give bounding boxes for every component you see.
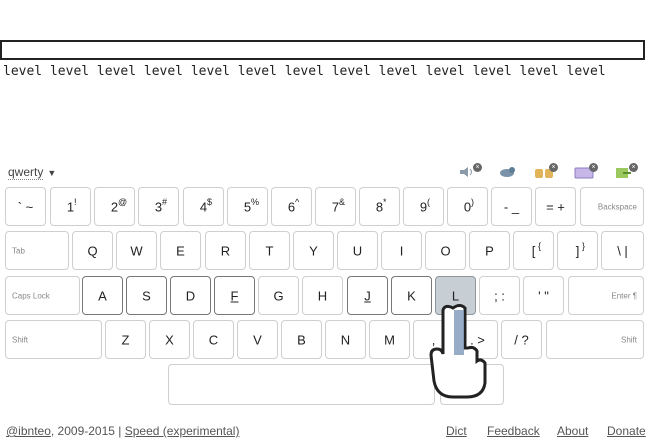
key-r[interactable]: R (205, 231, 246, 270)
key-n[interactable]: N (325, 320, 366, 359)
key-q[interactable]: Q (72, 231, 113, 270)
key-3[interactable]: 3 # (138, 187, 179, 226)
key-p[interactable]: P (469, 231, 510, 270)
dict-link[interactable]: Dict (446, 424, 467, 438)
key-shift-left[interactable]: Shift (5, 320, 102, 359)
key-8[interactable]: 8 * (359, 187, 400, 226)
bird-icon[interactable] (497, 165, 519, 179)
key-rbracket[interactable]: ]} (557, 231, 598, 270)
close-icon[interactable]: × (589, 163, 598, 172)
key-b[interactable]: B (281, 320, 322, 359)
key-backspace[interactable]: Backspace (580, 187, 644, 226)
key-i[interactable]: I (381, 231, 422, 270)
key-tab[interactable]: Tab (5, 231, 69, 270)
export-icon[interactable]: × (614, 163, 638, 179)
key-backslash[interactable]: \ | (601, 231, 644, 270)
key-o[interactable]: O (425, 231, 466, 270)
key-4[interactable]: 4 $ (183, 187, 224, 226)
key-space[interactable] (168, 364, 435, 405)
key-caps-lock[interactable]: Caps Lock (5, 276, 80, 315)
key-g[interactable]: G (258, 276, 299, 315)
about-link[interactable]: About (557, 424, 588, 438)
key-minus[interactable]: - _ (491, 187, 532, 226)
donate-link[interactable]: Donate (607, 424, 646, 438)
author-link[interactable]: @ibnteo (6, 424, 51, 438)
key-s[interactable]: S (126, 276, 167, 315)
key-d[interactable]: D (170, 276, 211, 315)
layout-selector[interactable]: qwerty ▼ (8, 165, 57, 180)
key-2[interactable]: 2 @ (94, 187, 135, 226)
key-y[interactable]: Y (293, 231, 334, 270)
hand-pointer-icon (429, 304, 487, 399)
key-m[interactable]: M (369, 320, 410, 359)
key-9[interactable]: 9( (403, 187, 444, 226)
speed-link[interactable]: Speed (experimental) (125, 424, 240, 438)
key-7[interactable]: 7 & (315, 187, 356, 226)
feedback-link[interactable]: Feedback (487, 424, 540, 438)
key-shift-right[interactable]: Shift (546, 320, 644, 359)
layout-name: qwerty (8, 165, 44, 180)
key-6[interactable]: 6 ^ (271, 187, 312, 226)
chevron-down-icon: ▼ (47, 168, 57, 178)
sound-icon[interactable]: × (458, 163, 482, 179)
key-w[interactable]: W (116, 231, 157, 270)
key-a[interactable]: A (82, 276, 123, 315)
drill-text: level level level level level level leve… (3, 64, 606, 79)
key-lbracket[interactable]: [{ (513, 231, 554, 270)
key-5[interactable]: 5% (227, 187, 268, 226)
close-icon[interactable]: × (549, 163, 558, 172)
close-icon[interactable]: × (473, 163, 482, 172)
key-v[interactable]: V (237, 320, 278, 359)
key-t[interactable]: T (249, 231, 290, 270)
key-quote[interactable]: ' " (523, 276, 564, 315)
key-c[interactable]: C (193, 320, 234, 359)
hands-icon[interactable]: × (534, 163, 558, 179)
key-x[interactable]: X (149, 320, 190, 359)
footer-years: , 2009-2015 | (50, 424, 125, 438)
key-0[interactable]: 0) (447, 187, 488, 226)
close-icon[interactable]: × (629, 163, 638, 172)
keyboard-icon[interactable]: × (574, 163, 598, 179)
key-slash[interactable]: / ? (501, 320, 542, 359)
key-f[interactable]: F (214, 276, 255, 315)
key-1[interactable]: 1! (50, 187, 91, 226)
key-h[interactable]: H (302, 276, 343, 315)
key-z[interactable]: Z (105, 320, 146, 359)
key-backtick[interactable]: ` ~ (5, 187, 46, 226)
key-j[interactable]: J (347, 276, 388, 315)
footer-credits: @ibnteo, 2009-2015 | Speed (experimental… (6, 424, 239, 438)
typing-input[interactable] (0, 40, 645, 60)
key-enter[interactable]: Enter ¶ (568, 276, 644, 315)
key-u[interactable]: U (337, 231, 378, 270)
key-equal[interactable]: = + (535, 187, 576, 226)
key-e[interactable]: E (160, 231, 201, 270)
